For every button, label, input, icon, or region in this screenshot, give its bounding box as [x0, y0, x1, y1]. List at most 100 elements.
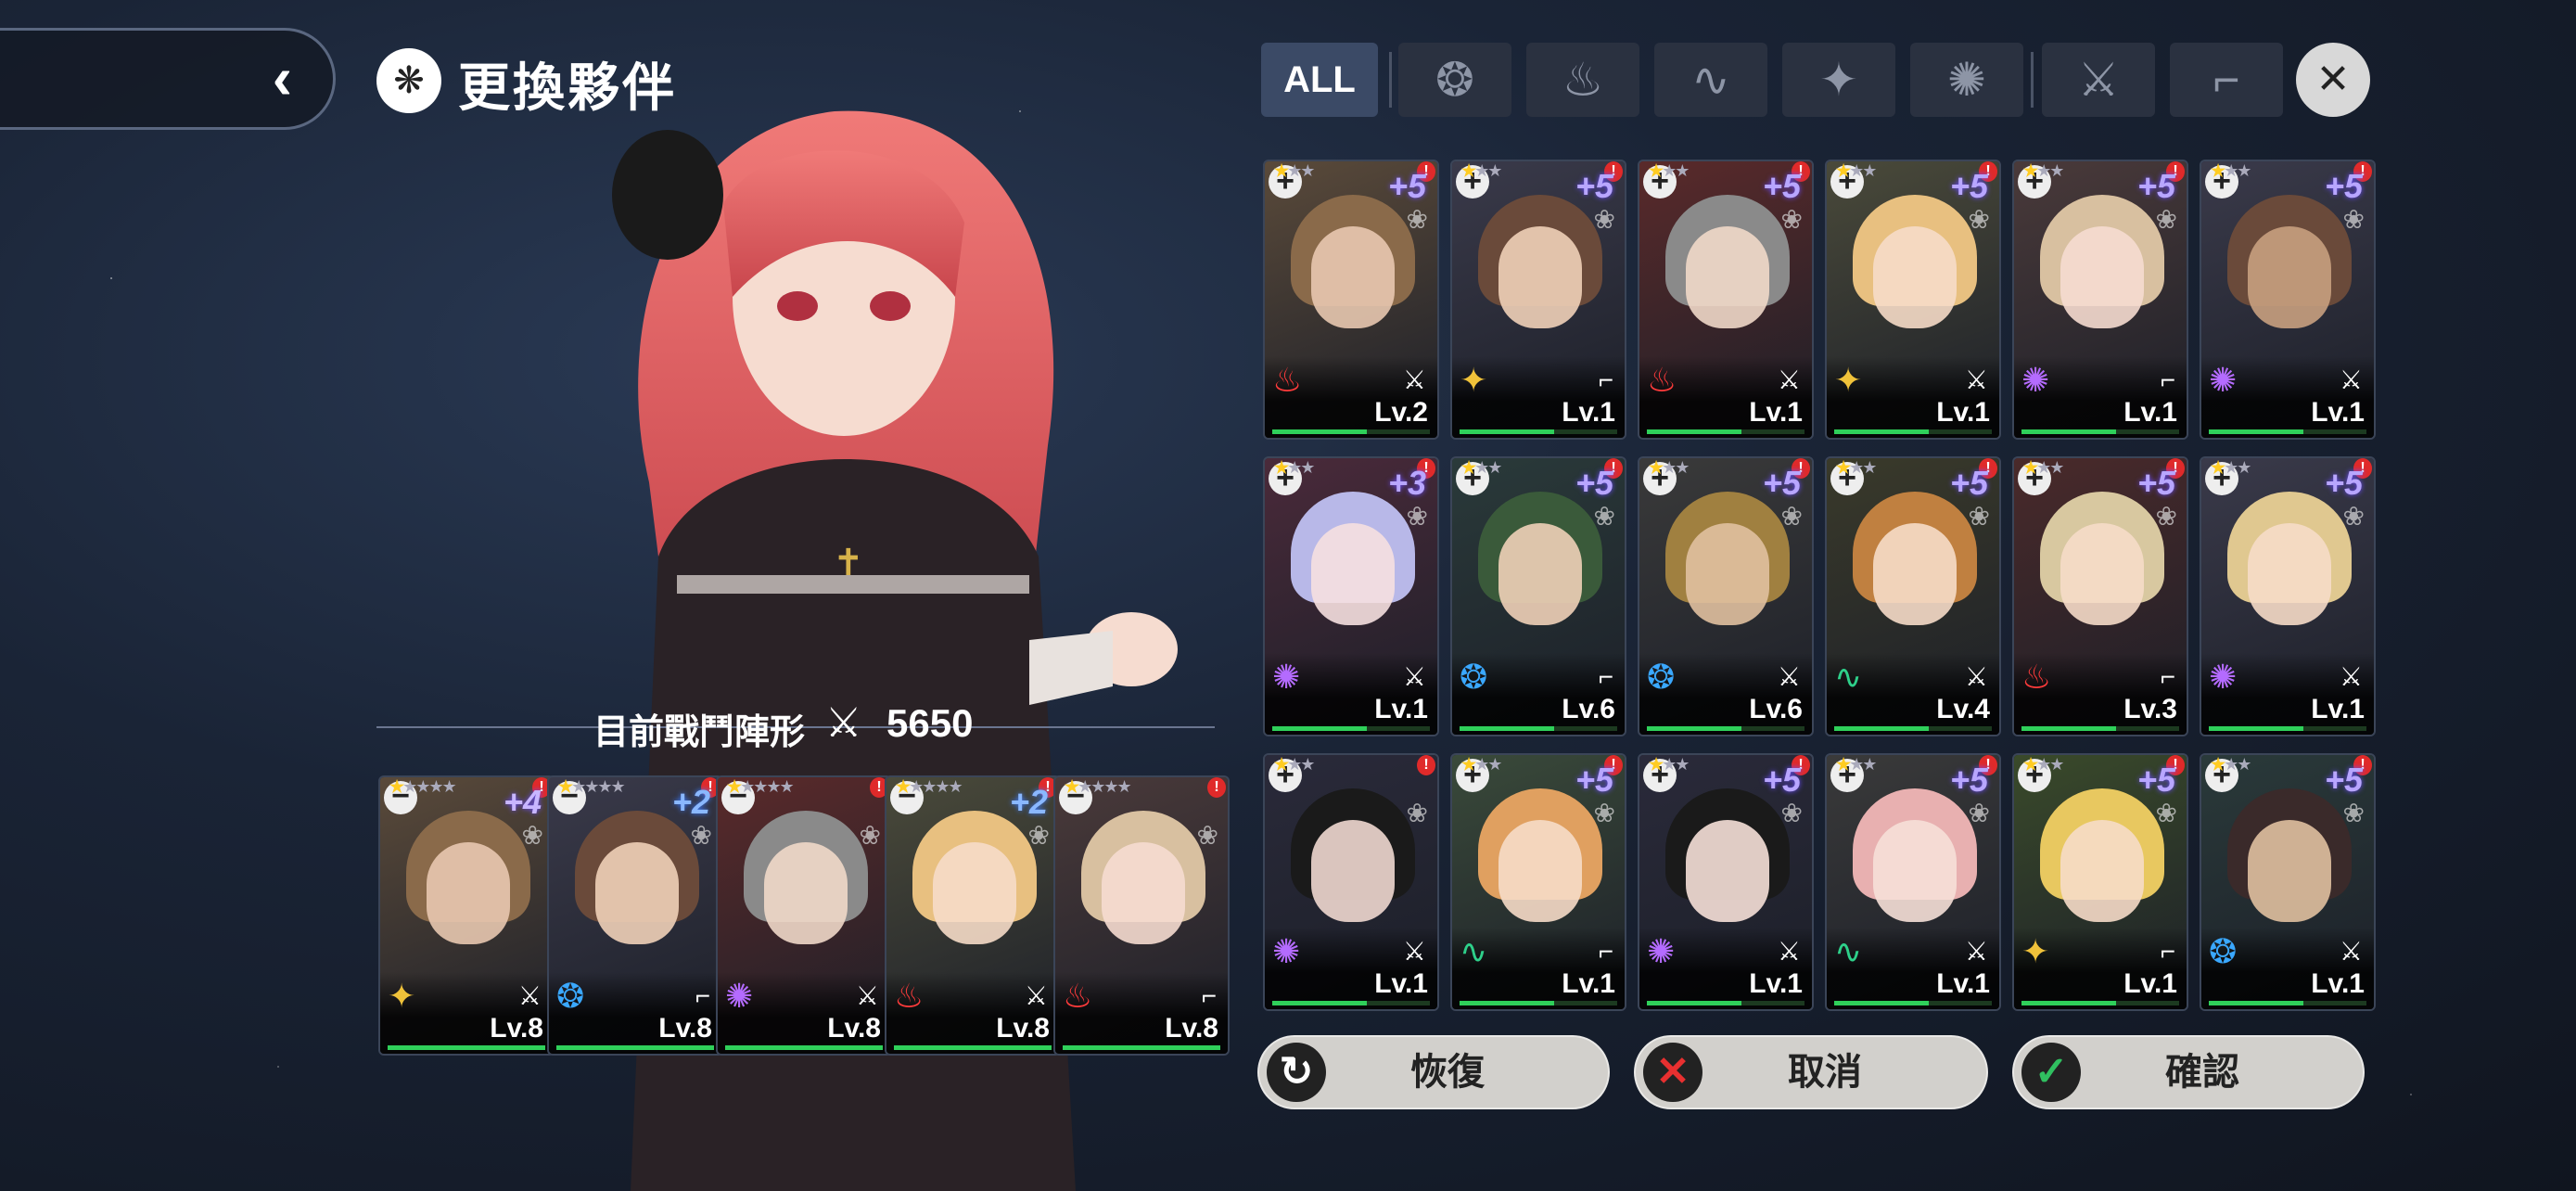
rarity-stars: ★★★★★: [389, 777, 553, 1041]
rarity-stars: ★★★★★: [1065, 777, 1228, 1041]
team-member-card[interactable]: −!❀♨⌐★★★★★Lv.8: [1053, 775, 1230, 1056]
level-label: Lv.8: [996, 1013, 1050, 1044]
partner-card[interactable]: +!+5❀❂⚔★★★Lv.6: [1638, 456, 1814, 736]
level-label: Lv.4: [1936, 694, 1990, 724]
xp-bar: [2021, 429, 2179, 434]
fire-element-filter-tab[interactable]: ♨: [1526, 43, 1639, 117]
rarity-stars: ★★★★★: [558, 777, 721, 1041]
level-label: Lv.3: [2123, 694, 2177, 724]
rarity-stars: ★★★: [2023, 458, 2187, 722]
rarity-stars: ★★★: [1274, 161, 1437, 425]
partner-card[interactable]: +!+5❀✦⌐★★★Lv.1: [1450, 160, 1626, 440]
xp-bar: [2209, 429, 2366, 434]
partner-card[interactable]: +!+5❀✦⚔★★★Lv.1: [1825, 160, 2001, 440]
partner-card[interactable]: +!+5❀✺⚔★★★Lv.1: [2200, 160, 2376, 440]
rarity-stars: ★★★: [1461, 755, 1625, 996]
rarity-stars: ★★★: [1836, 755, 1999, 996]
rarity-stars: ★★★★★: [727, 777, 890, 1041]
partner-card[interactable]: +!+5❀∿⚔★★★Lv.1: [1825, 753, 2001, 1011]
light-element-filter-tab[interactable]: ✦: [1782, 43, 1895, 117]
confirm-button[interactable]: ✓ 確認: [2012, 1035, 2365, 1109]
wind-element-icon: ∿: [1691, 54, 1730, 106]
partner-card[interactable]: +!+3❀✺⚔★★★Lv.1: [1263, 456, 1439, 736]
reset-label: 恢復: [1410, 1052, 1485, 1093]
partner-card[interactable]: +!+5❀❂⚔★★★Lv.1: [2200, 753, 2376, 1011]
svg-text:✝: ✝: [833, 542, 864, 584]
filter-all-tab[interactable]: ALL: [1261, 43, 1378, 117]
level-label: Lv.1: [1374, 694, 1428, 724]
partner-card[interactable]: +!+5❀♨⚔★★★Lv.1: [1638, 160, 1814, 440]
water-element-icon: ❂: [1435, 54, 1474, 106]
level-label: Lv.1: [2311, 694, 2365, 724]
rarity-stars: ★★★: [2023, 755, 2187, 996]
xp-bar: [1834, 429, 1992, 434]
clear-filter-button[interactable]: ✕: [2296, 43, 2370, 117]
reset-button[interactable]: ↻ 恢復: [1257, 1035, 1610, 1109]
partner-card[interactable]: +!+5❀✺⚔★★★Lv.1: [2200, 456, 2376, 736]
rarity-stars: ★★★★★: [896, 777, 1059, 1041]
xp-bar: [894, 1045, 1052, 1050]
level-label: Lv.1: [2311, 397, 2365, 428]
rarity-stars: ★★★: [1274, 755, 1437, 996]
xp-bar: [1834, 1001, 1992, 1005]
xp-bar: [388, 1045, 545, 1050]
gun-weapon-filter-tab[interactable]: ⌐: [2170, 43, 2283, 117]
level-label: Lv.1: [1749, 397, 1803, 428]
formation-power: 5650: [886, 701, 974, 745]
level-label: Lv.8: [490, 1013, 543, 1044]
cancel-label: 取消: [1788, 1052, 1862, 1093]
xp-bar: [1272, 1001, 1430, 1005]
xp-bar: [1460, 726, 1617, 731]
partner-card[interactable]: +!+5❀∿⌐★★★Lv.1: [1450, 753, 1626, 1011]
xp-bar: [2021, 726, 2179, 731]
xp-bar: [1834, 726, 1992, 731]
level-label: Lv.1: [1562, 968, 1615, 999]
level-label: Lv.1: [1936, 397, 1990, 428]
xp-bar: [2021, 1001, 2179, 1005]
confirm-label: 確認: [2165, 1052, 2239, 1093]
light-element-icon: ✦: [1819, 54, 1858, 106]
team-member-card[interactable]: −!+4❀✦⚔★★★★★Lv.8: [378, 775, 555, 1056]
partner-card[interactable]: +!❀✺⚔★★★Lv.1: [1263, 753, 1439, 1011]
dark-element-filter-tab[interactable]: ✺: [1910, 43, 2023, 117]
crossed-swords-icon: ⚔: [825, 700, 862, 746]
rarity-stars: ★★★: [2023, 161, 2187, 425]
cancel-button[interactable]: ✕ 取消: [1634, 1035, 1988, 1109]
partner-card[interactable]: +!+5❀✺⚔★★★Lv.1: [1638, 753, 1814, 1011]
xp-bar: [2209, 1001, 2366, 1005]
xp-bar: [2209, 726, 2366, 731]
rarity-stars: ★★★: [1649, 458, 1812, 722]
rarity-stars: ★★★: [2211, 458, 2374, 722]
level-label: Lv.8: [827, 1013, 881, 1044]
partner-card[interactable]: +!+5❀♨⌐★★★Lv.3: [2012, 456, 2188, 736]
xp-bar: [1272, 726, 1430, 731]
level-label: Lv.1: [1562, 397, 1615, 428]
team-member-card[interactable]: −!❀✺⚔★★★★★Lv.8: [716, 775, 892, 1056]
level-label: Lv.2: [1374, 397, 1428, 428]
partner-card[interactable]: +!+5❀✦⌐★★★Lv.1: [2012, 753, 2188, 1011]
level-label: Lv.1: [1749, 968, 1803, 999]
rarity-stars: ★★★: [1649, 755, 1812, 996]
rarity-stars: ★★★: [2211, 755, 2374, 996]
team-member-card[interactable]: −!+2❀♨⚔★★★★★Lv.8: [885, 775, 1061, 1056]
rarity-stars: ★★★: [1649, 161, 1812, 425]
xp-bar: [1647, 1001, 1804, 1005]
level-label: Lv.1: [1936, 968, 1990, 999]
partner-card[interactable]: +!+5❀❂⌐★★★Lv.6: [1450, 456, 1626, 736]
sword-weapon-filter-tab[interactable]: ⚔: [2042, 43, 2155, 117]
xp-bar: [1647, 726, 1804, 731]
rarity-stars: ★★★: [1461, 458, 1625, 722]
rarity-stars: ★★★: [2211, 161, 2374, 425]
partner-card[interactable]: +!+5❀♨⚔★★★Lv.2: [1263, 160, 1439, 440]
xp-bar: [1460, 429, 1617, 434]
rarity-stars: ★★★: [1461, 161, 1625, 425]
wind-element-filter-tab[interactable]: ∿: [1654, 43, 1767, 117]
level-label: Lv.6: [1749, 694, 1803, 724]
partner-card[interactable]: +!+5❀∿⚔★★★Lv.4: [1825, 456, 2001, 736]
partner-card[interactable]: +!+5❀✺⌐★★★Lv.1: [2012, 160, 2188, 440]
back-button[interactable]: ‹: [0, 28, 336, 130]
team-member-card[interactable]: −!+2❀❂⌐★★★★★Lv.8: [547, 775, 723, 1056]
partner-emblem-icon: ❋: [376, 48, 441, 113]
water-element-filter-tab[interactable]: ❂: [1398, 43, 1511, 117]
level-label: Lv.8: [1165, 1013, 1218, 1044]
